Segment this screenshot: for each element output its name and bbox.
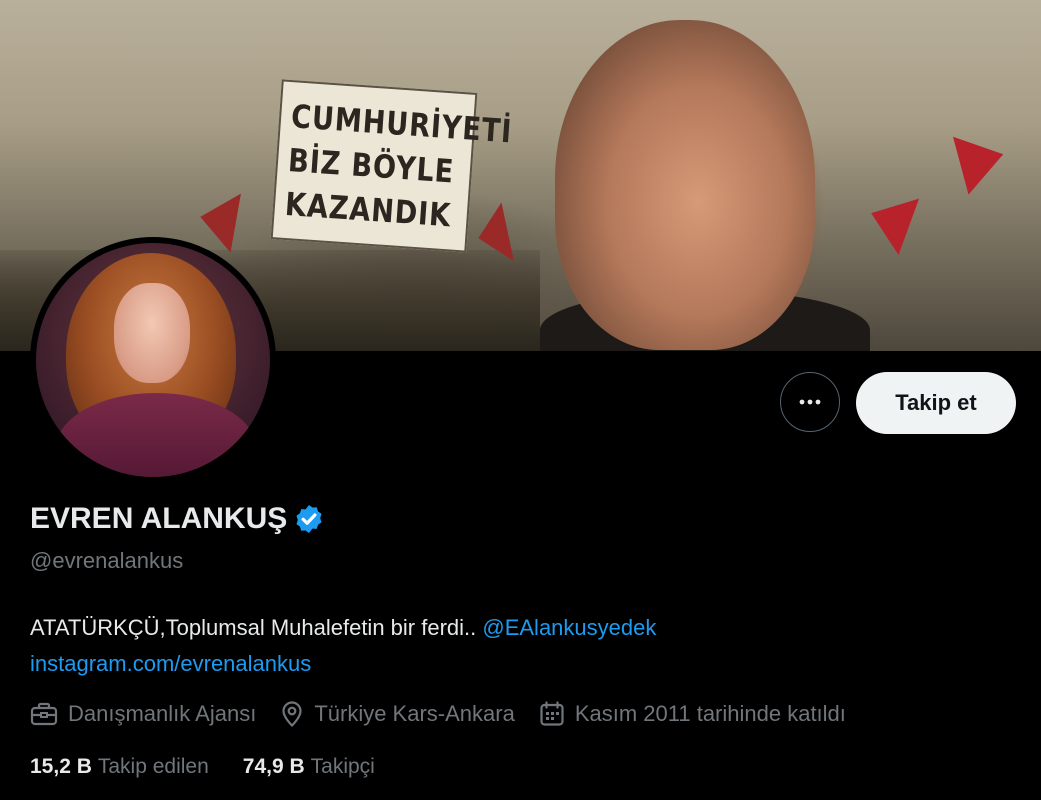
following-count: 15,2 B — [30, 755, 92, 778]
followers-link[interactable]: 74,9 B Takipçi — [243, 755, 375, 779]
banner-portrait — [555, 20, 815, 350]
following-label: Takip edilen — [97, 755, 209, 778]
more-options-button[interactable] — [780, 372, 840, 432]
location-text: Türkiye Kars-Ankara — [314, 701, 515, 726]
flag-shape — [860, 184, 920, 256]
avatar[interactable] — [30, 237, 276, 483]
profile-name: EVREN ALANKUŞ — [30, 502, 288, 535]
following-link[interactable]: 15,2 B Takip edilen — [30, 755, 209, 779]
flag-shape — [952, 125, 1012, 195]
joined-text: Kasım 2011 tarihinde katıldı — [574, 701, 846, 726]
verified-badge-icon[interactable] — [293, 503, 325, 535]
avatar-photo — [36, 243, 270, 477]
briefcase-icon — [30, 702, 58, 726]
flag-shape — [195, 187, 241, 253]
category-text: Danışmanlık Ajansı — [68, 701, 257, 726]
followers-label: Takipçi — [310, 755, 375, 778]
profile-joined: Kasım 2011 tarihinde katıldı — [539, 701, 846, 727]
profile-category: Danışmanlık Ajansı — [30, 701, 256, 727]
more-dots-icon — [799, 399, 821, 405]
calendar-icon — [540, 701, 564, 726]
profile-meta: Danışmanlık Ajansı Türkiye Kars-Ankara K… — [30, 700, 846, 728]
banner-sign: CUMHURİYETİ BİZ BÖYLE KAZANDIK — [270, 79, 513, 253]
bio-website-link[interactable]: instagram.com/evrenalankus — [30, 651, 311, 676]
followers-count: 74,9 B — [242, 755, 305, 778]
profile-handle: @evrenalankus — [30, 548, 184, 573]
profile-name-row: EVREN ALANKUŞ — [30, 502, 325, 536]
follow-button[interactable]: Takip et — [856, 372, 1016, 434]
avatar-face — [114, 283, 190, 383]
profile-bio: ATATÜRKÇÜ,Toplumsal Muhalefetin bir ferd… — [30, 610, 656, 682]
profile-location: Türkiye Kars-Ankara — [280, 700, 515, 728]
profile-stats: 15,2 B Takip edilen 74,9 B Takipçi — [30, 755, 409, 779]
bio-text: ATATÜRKÇÜ,Toplumsal Muhalefetin bir ferd… — [30, 615, 483, 640]
location-pin-icon — [282, 701, 302, 728]
bio-mention-link[interactable]: @EAlankusyedek — [482, 615, 656, 640]
